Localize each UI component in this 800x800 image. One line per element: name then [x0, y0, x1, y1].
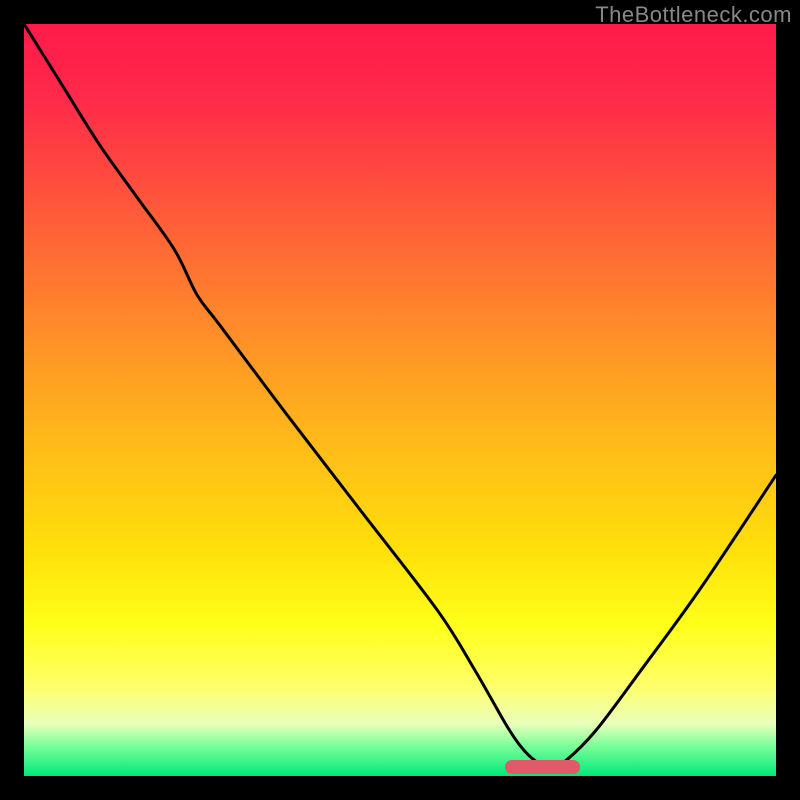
- optimal-range-marker: [505, 760, 580, 774]
- watermark-text: TheBottleneck.com: [595, 2, 792, 28]
- bottleneck-curve: [24, 24, 776, 776]
- chart-plot-area: [24, 24, 776, 776]
